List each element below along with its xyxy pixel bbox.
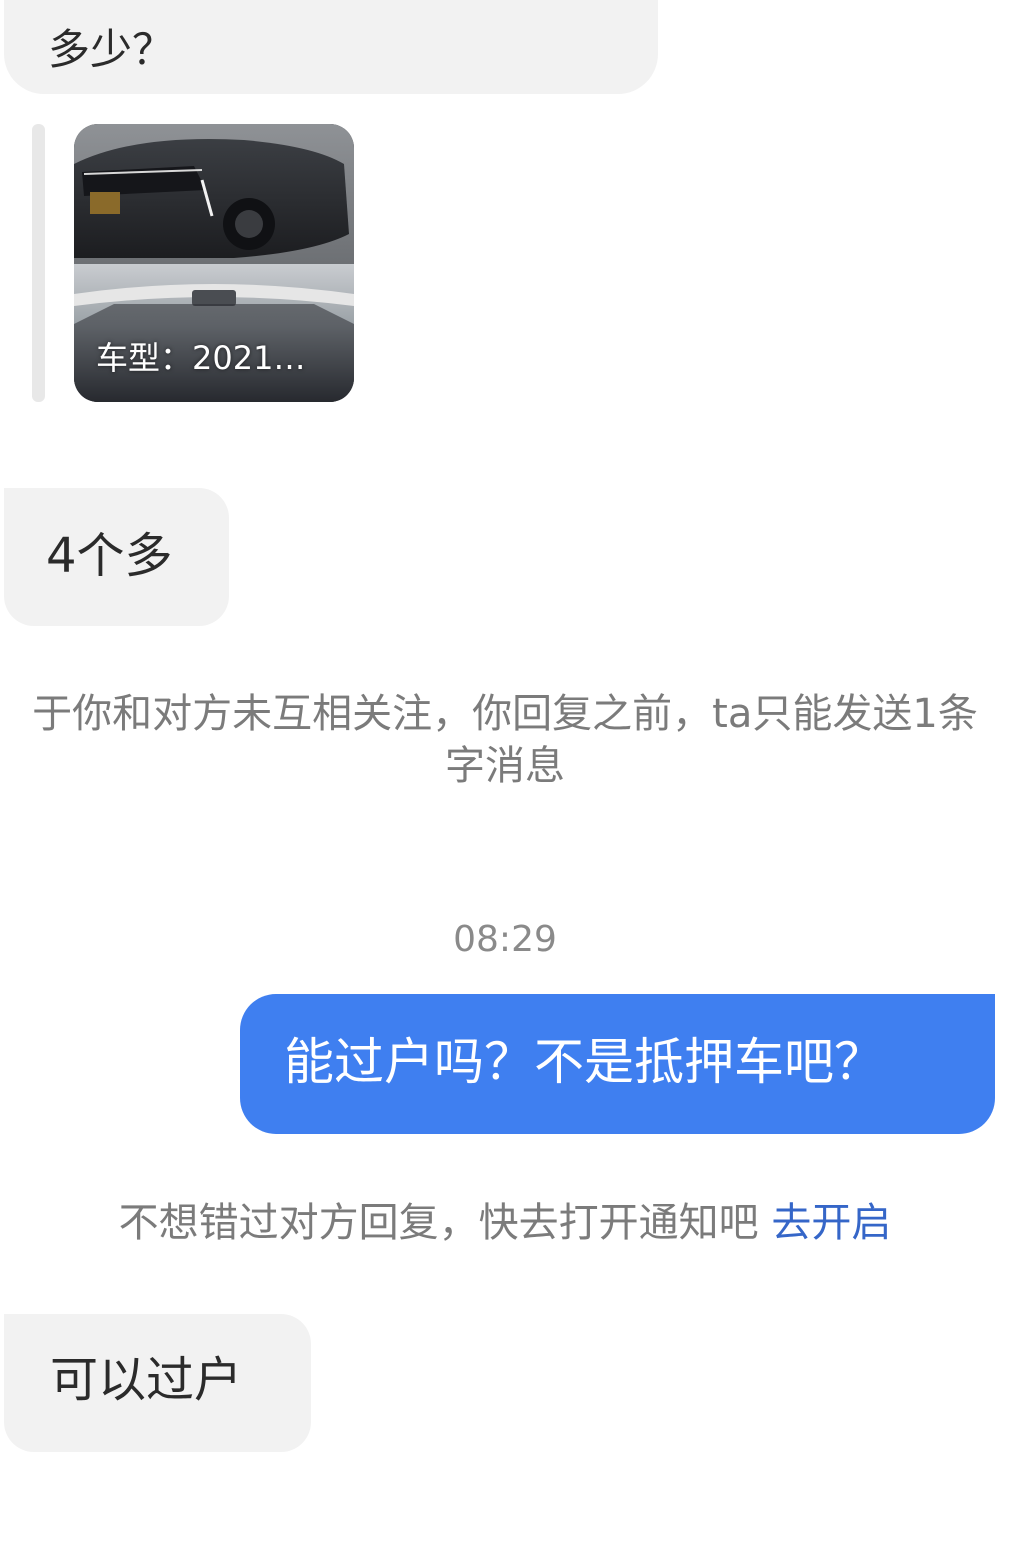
message-text: 可以过户 [50, 1352, 243, 1408]
system-notice-line: 于你和对方未互相关注，你回复之前，ta只能发送1条 [32, 691, 978, 737]
incoming-message-bubble[interactable]: 多少？ [4, 0, 658, 94]
card-caption: 车型：2021… [96, 339, 306, 377]
system-notice-line: 字消息 [445, 743, 565, 789]
incoming-message-bubble[interactable]: 4个多 [4, 488, 229, 626]
message-text: 4个多 [46, 528, 173, 584]
message-timestamp: 08:29 [453, 919, 557, 960]
message-text: 多少？ [48, 25, 175, 74]
enable-notification-link[interactable]: 去开启 [771, 1200, 891, 1246]
incoming-message-bubble[interactable]: 可以过户 [4, 1314, 311, 1452]
message-text: 能过户吗？不是抵押车吧？ [284, 1033, 884, 1091]
outgoing-message-bubble[interactable]: 能过户吗？不是抵押车吧？ [240, 994, 995, 1134]
quote-bar [32, 124, 45, 402]
notification-prompt: 不想错过对方回复，快去打开通知吧 去开启 [0, 1198, 1010, 1248]
notification-prompt-text: 不想错过对方回复，快去打开通知吧 [118, 1200, 759, 1246]
system-notice: 于你和对方未互相关注，你回复之前，ta只能发送1条 字消息 [0, 688, 1010, 792]
car-listing-card[interactable]: 车型：2021… [74, 124, 354, 402]
